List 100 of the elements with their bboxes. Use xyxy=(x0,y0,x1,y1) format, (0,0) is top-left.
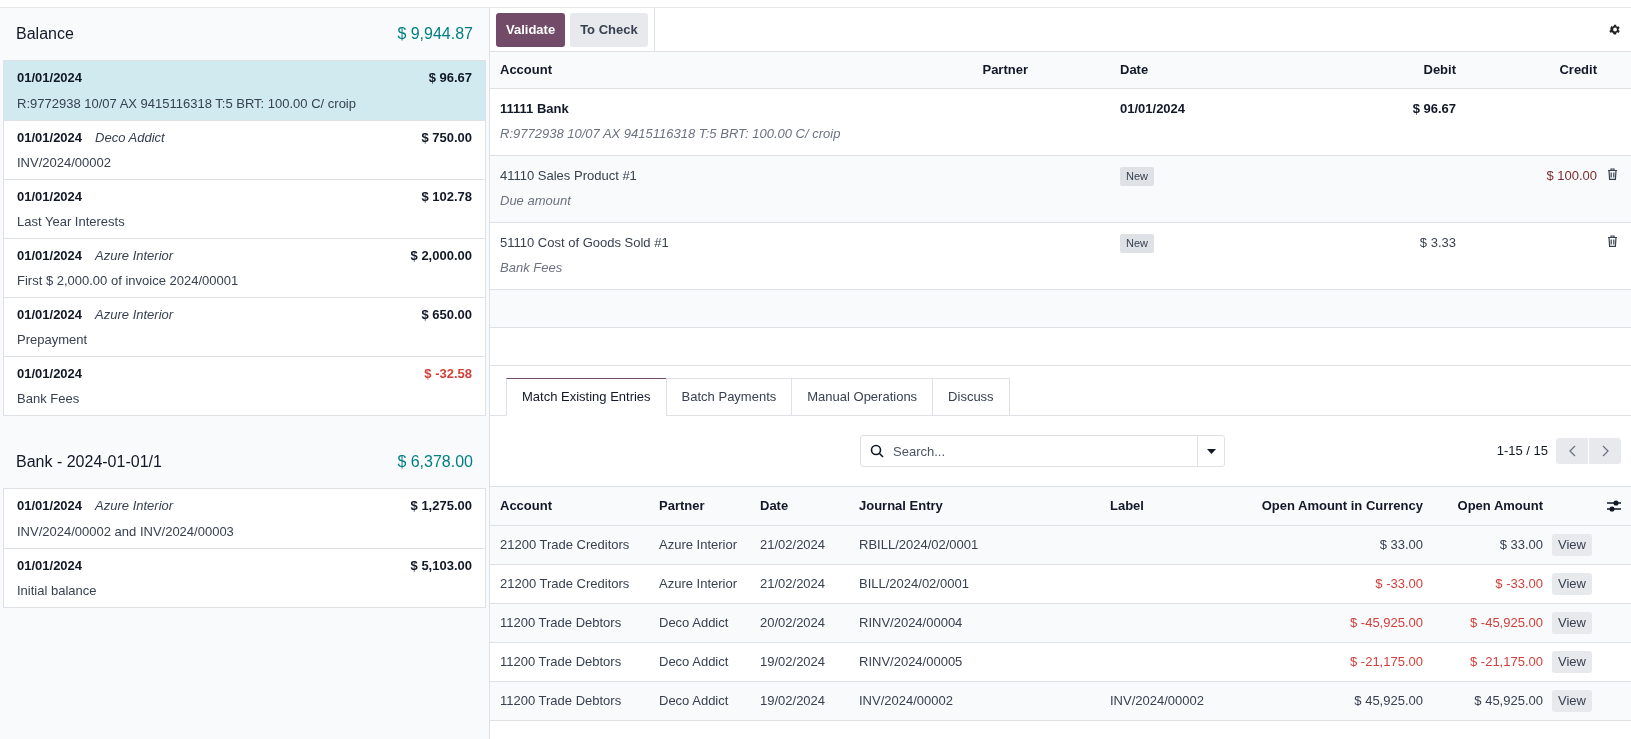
line-label: First $ 2,000.00 of invoice 2024/00001 xyxy=(17,272,240,290)
line-date: 01/01/2024 xyxy=(17,497,83,515)
line-date: 01/01/2024 xyxy=(17,187,83,206)
line-label: INV/2024/00002 xyxy=(17,154,112,172)
column-header: Partner xyxy=(659,497,706,516)
table-cell-text: $ -33.00 xyxy=(1374,575,1423,594)
line-amount: $ -32.58 xyxy=(424,364,472,383)
chevron-left-icon xyxy=(1568,445,1576,457)
table-cell-text: INV/2024/00002 xyxy=(1110,692,1205,711)
line-amount: $ 2,000.00 xyxy=(410,246,472,265)
pager-value: 1-15 / 15 xyxy=(1496,442,1548,461)
line-date: 01/01/2024 xyxy=(17,246,83,265)
table-cell-text: 19/02/2024 xyxy=(760,653,827,672)
table-cell-text: $ -45,925.00 xyxy=(1469,614,1543,633)
line-partner: Azure Interior xyxy=(95,305,174,324)
trash-icon[interactable] xyxy=(1606,168,1618,180)
line-amount: $ 102.78 xyxy=(421,187,472,206)
column-header: Journal Entry xyxy=(859,497,944,516)
validate-button[interactable]: Validate xyxy=(496,12,566,47)
view-button[interactable]: View xyxy=(1552,534,1592,556)
statement-title: Bank - 2024-01-01/1 xyxy=(16,452,162,472)
table-cell-text: 21200 Trade Creditors xyxy=(499,536,631,555)
caret-icon[interactable] xyxy=(1207,448,1216,454)
column-header: Account xyxy=(499,61,553,80)
table-cell-text: 20/02/2024 xyxy=(760,614,827,633)
table-cell-text: Azure Interior xyxy=(659,575,739,594)
entry-label: Due amount xyxy=(500,191,573,210)
table-cell-text: $ -21,175.00 xyxy=(1469,653,1543,672)
table-cell-text: RBILL/2024/02/0001 xyxy=(859,536,980,555)
column-header: Open Amount in Currency xyxy=(1260,497,1423,516)
to-check-button[interactable]: To Check xyxy=(570,12,648,47)
column-header: Partner xyxy=(981,61,1028,80)
search-icon xyxy=(870,444,884,458)
line-date: 01/01/2024 xyxy=(17,128,83,147)
search-field[interactable]: Search... xyxy=(860,435,1225,467)
tab[interactable]: Match Existing Entries xyxy=(506,378,667,416)
table-cell-text: 21200 Trade Creditors xyxy=(499,575,631,594)
line-label: R:9772938 10/07 AX 9415116318 T:5 BRT: 100.00 C/ croip xyxy=(17,94,357,113)
table-cell-text: 21/02/2024 xyxy=(760,575,827,594)
table-cell-text: BILL/2024/02/0001 xyxy=(859,575,970,594)
column-header: Date xyxy=(1119,61,1150,80)
line-amount: $ 1,275.00 xyxy=(410,497,472,515)
line-amount: $ 650.00 xyxy=(421,305,472,324)
line-amount: $ 96.67 xyxy=(428,69,472,87)
trash-icon[interactable] xyxy=(1606,235,1618,247)
statement-title: Balance xyxy=(16,24,74,44)
line-date: 01/01/2024 xyxy=(17,556,83,575)
view-button[interactable]: View xyxy=(1552,612,1592,634)
line-label: Initial balance xyxy=(17,582,98,600)
table-cell-text: Deco Addict xyxy=(659,653,730,672)
new-badge: New xyxy=(1120,167,1154,186)
table-cell-text: $ 45,925.00 xyxy=(1353,692,1423,711)
line-date: 01/01/2024 xyxy=(17,305,83,324)
entry-account: 41110 Sales Product #1 xyxy=(500,167,638,185)
settings-icon[interactable] xyxy=(1608,23,1621,36)
table-cell-text: 21/02/2024 xyxy=(760,536,827,555)
sliders-icon[interactable] xyxy=(1607,500,1621,512)
chevron-right-icon xyxy=(1601,445,1609,457)
column-header: Credit xyxy=(1558,61,1597,80)
entry-account: 51110 Cost of Goods Sold #1 xyxy=(500,234,670,252)
entry-date: 01/01/2024 xyxy=(1120,101,1186,116)
tab[interactable]: Discuss xyxy=(932,378,1010,416)
table-cell-text: $ 33.00 xyxy=(1498,536,1543,555)
column-header: Label xyxy=(1110,497,1145,516)
table-cell-text: INV/2024/00002 xyxy=(859,692,954,711)
table-cell-text: $ -33.00 xyxy=(1494,575,1543,594)
line-date: 01/01/2024 xyxy=(17,69,83,87)
line-amount: $ 5,103.00 xyxy=(410,556,472,575)
new-badge: New xyxy=(1120,234,1154,253)
column-header: Open Amount xyxy=(1456,497,1543,516)
view-button[interactable]: View xyxy=(1552,651,1592,673)
column-header: Date xyxy=(760,497,790,516)
column-header: Account xyxy=(499,497,553,516)
table-cell-text: $ -21,175.00 xyxy=(1349,653,1423,672)
view-button[interactable]: View xyxy=(1552,573,1592,595)
table-cell-text: 11200 Trade Debtors xyxy=(499,653,623,672)
table-cell-text: Deco Addict xyxy=(659,614,730,633)
line-partner: Azure Interior xyxy=(95,497,174,515)
table-cell-text: 19/02/2024 xyxy=(760,692,827,711)
table-cell-text: 11200 Trade Debtors xyxy=(499,614,623,633)
entry-debit: $ 3.33 xyxy=(1419,235,1456,250)
tab[interactable]: Batch Payments xyxy=(665,378,793,416)
table-cell-text: RINV/2024/00005 xyxy=(859,653,964,672)
table-cell-text: Azure Interior xyxy=(659,536,739,555)
entry-label: Bank Fees xyxy=(500,258,564,277)
line-partner: Azure Interior xyxy=(95,246,174,265)
line-amount: $ 750.00 xyxy=(421,128,472,147)
entry-account: 11111 Bank xyxy=(500,100,570,118)
column-header: Debit xyxy=(1422,61,1456,80)
table-cell-text: Deco Addict xyxy=(659,692,730,711)
table-cell-text: $ -45,925.00 xyxy=(1349,614,1423,633)
table-cell-text: RINV/2024/00004 xyxy=(859,614,964,633)
entry-label: R:9772938 10/07 AX 9415116318 T:5 BRT: 100.00 C/ croip xyxy=(500,124,842,143)
line-partner: Deco Addict xyxy=(95,128,165,147)
view-button[interactable]: View xyxy=(1552,690,1592,712)
table-cell-text: $ 45,925.00 xyxy=(1473,692,1543,711)
line-date: 01/01/2024 xyxy=(17,364,83,383)
table-cell-text: $ 33.00 xyxy=(1378,536,1423,555)
entry-debit: $ 96.67 xyxy=(1412,101,1456,116)
line-label: INV/2024/00002 and INV/2024/00003 xyxy=(17,522,235,541)
